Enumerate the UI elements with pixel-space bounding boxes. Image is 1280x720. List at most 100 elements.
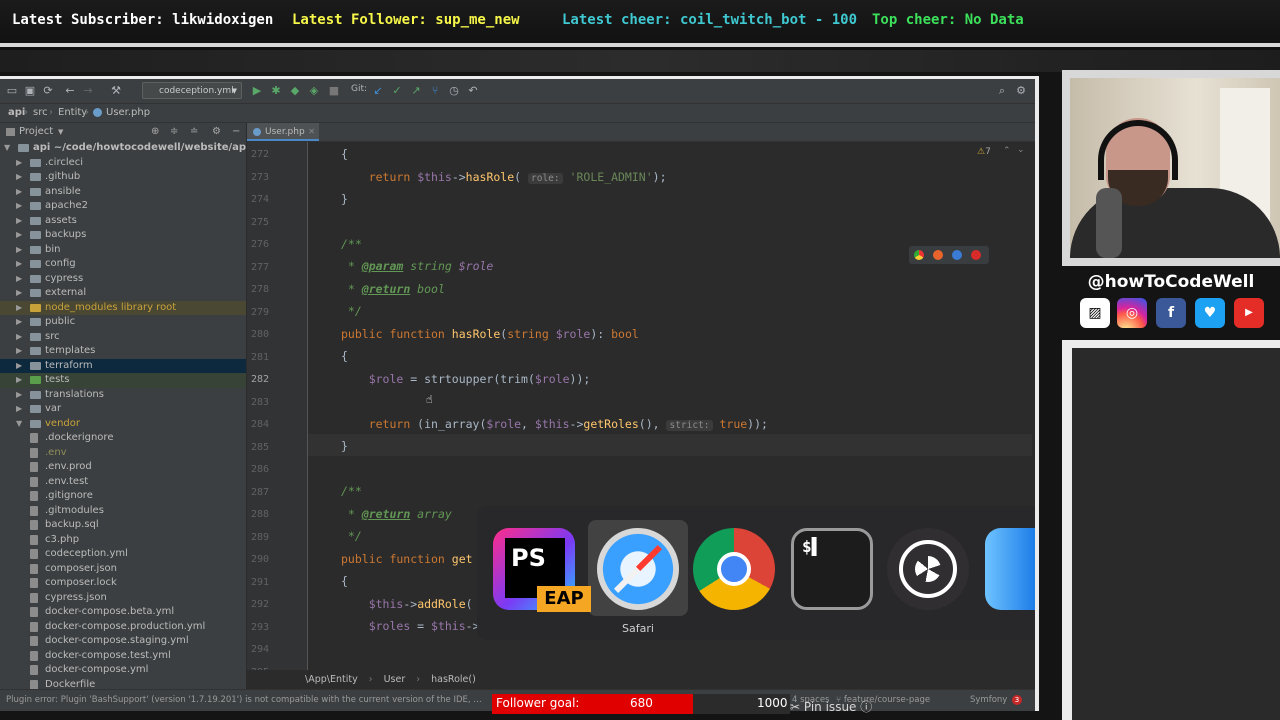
- chevron-right-icon[interactable]: ▶: [16, 388, 26, 403]
- tree-item[interactable]: docker-compose.staging.yml: [0, 634, 246, 649]
- youtube-icon[interactable]: ▶: [1234, 298, 1264, 328]
- sync-icon[interactable]: ⟳: [40, 83, 56, 99]
- folder-open-icon[interactable]: ▭: [4, 83, 20, 99]
- tree-item[interactable]: docker-compose.test.yml: [0, 649, 246, 664]
- chevron-right-icon[interactable]: ▶: [16, 199, 26, 214]
- breadcrumb-item[interactable]: api: [8, 104, 25, 122]
- tree-item[interactable]: ▶ external: [0, 286, 246, 301]
- gear-icon[interactable]: ⚙: [212, 123, 221, 141]
- tree-item[interactable]: .dockerignore: [0, 431, 246, 446]
- chevron-right-icon[interactable]: ▶: [16, 301, 26, 316]
- tree-item[interactable]: ▶ src: [0, 330, 246, 345]
- symfony-status[interactable]: Symfony: [970, 690, 1007, 710]
- history-icon[interactable]: ◷: [446, 83, 462, 99]
- tree-item[interactable]: .env.prod: [0, 460, 246, 475]
- profile-icon[interactable]: ◈: [306, 83, 322, 99]
- back-icon[interactable]: ←: [62, 83, 78, 99]
- tree-item[interactable]: ▶ translations: [0, 388, 246, 403]
- phpstorm-eap-icon[interactable]: PS EAP: [493, 528, 591, 612]
- chevron-right-icon[interactable]: ▶: [16, 156, 26, 171]
- breadcrumb-item[interactable]: src: [33, 104, 48, 122]
- tree-item[interactable]: ▶ templates: [0, 344, 246, 359]
- close-icon[interactable]: ✕: [308, 123, 315, 141]
- search-icon[interactable]: ⌕: [994, 83, 1010, 99]
- crumb-class[interactable]: User: [384, 674, 406, 685]
- chevron-right-icon[interactable]: ▶: [16, 170, 26, 185]
- twitch-icon[interactable]: ▨: [1080, 298, 1110, 328]
- breadcrumb-item[interactable]: User.php: [106, 104, 150, 122]
- chevron-down-icon[interactable]: ▼: [16, 417, 26, 432]
- firefox-preview-icon[interactable]: [933, 250, 943, 260]
- facebook-icon[interactable]: f: [1156, 298, 1186, 328]
- finder-icon[interactable]: [985, 528, 1035, 610]
- chevron-right-icon[interactable]: ▶: [16, 402, 26, 417]
- tree-item[interactable]: ▶ apache2: [0, 199, 246, 214]
- chevron-right-icon[interactable]: ▶: [16, 373, 26, 388]
- save-all-icon[interactable]: ▣: [22, 83, 38, 99]
- chevron-down-icon[interactable]: ▼: [58, 123, 63, 141]
- tree-item[interactable]: backup.sql: [0, 518, 246, 533]
- chrome-preview-icon[interactable]: [914, 250, 924, 260]
- safari-preview-icon[interactable]: [952, 250, 962, 260]
- tree-item[interactable]: ▶ terraform: [0, 358, 246, 374]
- tree-item[interactable]: ▶ ansible: [0, 185, 246, 200]
- instagram-icon[interactable]: ◎: [1117, 298, 1147, 328]
- tree-item[interactable]: ▶ public: [0, 315, 246, 330]
- forward-icon[interactable]: →: [80, 83, 96, 99]
- chevron-up-icon[interactable]: ⌃: [1003, 146, 1011, 156]
- git-commit-icon[interactable]: ✓: [389, 83, 405, 99]
- chevron-right-icon[interactable]: ▶: [16, 243, 26, 258]
- tree-item[interactable]: codeception.yml: [0, 547, 246, 562]
- tree-item[interactable]: .gitignore: [0, 489, 246, 504]
- tree-item[interactable]: ▼ vendor: [0, 417, 246, 432]
- revert-icon[interactable]: ↶: [465, 83, 481, 99]
- collapse-icon[interactable]: ≑: [170, 123, 178, 141]
- tree-item[interactable]: composer.lock: [0, 576, 246, 591]
- chevron-right-icon[interactable]: ▶: [16, 214, 26, 229]
- chevron-right-icon[interactable]: ▶: [16, 185, 26, 200]
- run-icon[interactable]: ▶: [249, 83, 265, 99]
- tree-item[interactable]: ▶ .github: [0, 170, 246, 185]
- opera-preview-icon[interactable]: [971, 250, 981, 260]
- tree-item[interactable]: ▶ assets: [0, 214, 246, 229]
- git-update-icon[interactable]: ↙: [370, 83, 386, 99]
- tree-item[interactable]: composer.json: [0, 562, 246, 577]
- expand-icon[interactable]: ≐: [190, 123, 198, 141]
- git-push-icon[interactable]: ↗: [408, 83, 424, 99]
- chevron-right-icon[interactable]: ▶: [16, 315, 26, 330]
- tree-item[interactable]: docker-compose.yml: [0, 663, 246, 678]
- chevron-right-icon[interactable]: ▶: [16, 359, 26, 374]
- tree-item[interactable]: ▶ tests: [0, 373, 246, 388]
- chevron-right-icon[interactable]: ▶: [16, 344, 26, 359]
- safari-icon[interactable]: [597, 528, 679, 610]
- tree-item[interactable]: ▶ backups: [0, 228, 246, 243]
- chevron-right-icon[interactable]: ▶: [16, 272, 26, 287]
- project-label[interactable]: Project: [19, 123, 53, 141]
- pin-issue-button[interactable]: ✂ Pin issue ⓘ: [790, 698, 872, 715]
- terminal-icon[interactable]: $▌: [791, 528, 873, 610]
- tree-item[interactable]: .gitmodules: [0, 504, 246, 519]
- event-log-badge[interactable]: 3: [1012, 695, 1022, 705]
- tree-item[interactable]: ▶ node_modules library root: [0, 300, 246, 316]
- tree-item[interactable]: docker-compose.production.yml: [0, 620, 246, 635]
- chevron-down-icon[interactable]: ⌄: [1017, 145, 1025, 155]
- chevron-right-icon[interactable]: ▶: [16, 330, 26, 345]
- tree-item[interactable]: ▶ var: [0, 402, 246, 417]
- chevron-right-icon[interactable]: ▶: [16, 286, 26, 301]
- minimize-icon[interactable]: −: [232, 123, 240, 141]
- tree-item[interactable]: ▶ .circleci: [0, 156, 246, 171]
- warning-icon[interactable]: ⚠7: [977, 147, 991, 157]
- crumb-namespace[interactable]: \App\Entity: [305, 674, 358, 685]
- tree-item[interactable]: ▶ config: [0, 257, 246, 272]
- chevron-down-icon[interactable]: ▼: [4, 141, 14, 156]
- crumb-method[interactable]: hasRole(): [431, 674, 476, 685]
- chevron-right-icon[interactable]: ▶: [16, 228, 26, 243]
- tree-item[interactable]: .env.test: [0, 475, 246, 490]
- locate-icon[interactable]: ⊕: [151, 123, 159, 141]
- tree-item[interactable]: ▶ bin: [0, 243, 246, 258]
- tree-item[interactable]: .env: [0, 446, 246, 461]
- twitter-icon[interactable]: ♥: [1195, 298, 1225, 328]
- settings-icon[interactable]: ⚙: [1013, 83, 1029, 99]
- tree-item[interactable]: docker-compose.beta.yml: [0, 605, 246, 620]
- stop-icon[interactable]: ■: [326, 83, 342, 99]
